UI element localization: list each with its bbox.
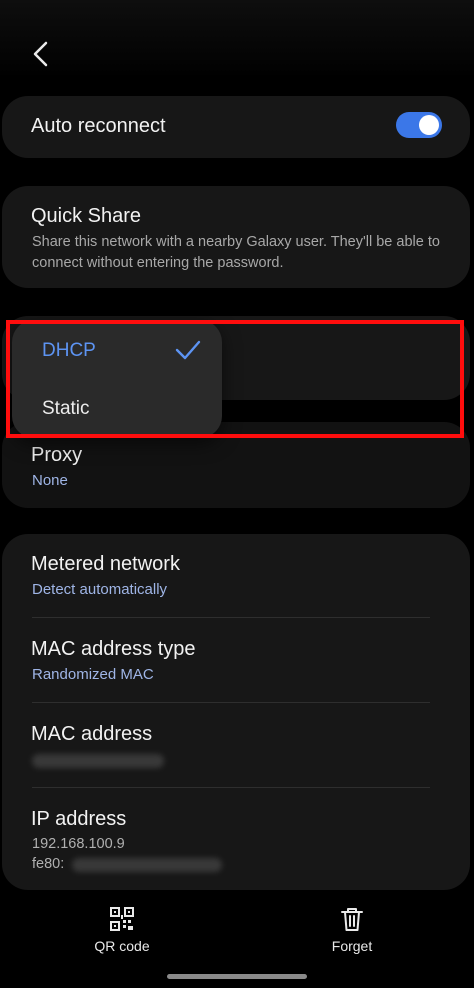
quick-share-description: Share this network with a nearby Galaxy …: [32, 234, 440, 271]
qr-code-label: QR code: [94, 938, 150, 954]
proxy-value: None: [32, 472, 68, 489]
toggle-knob: [419, 115, 439, 135]
mac-address-type-title[interactable]: MAC address type: [31, 638, 196, 661]
qr-code-icon: [110, 907, 134, 931]
metered-network-value: Detect automatically: [32, 581, 168, 598]
mac-address-value-blurred: [32, 754, 164, 768]
wifi-network-settings-screen: Auto reconnect Quick Share Share this ne…: [0, 0, 474, 988]
qr-code-button[interactable]: QR code: [62, 906, 182, 954]
auto-reconnect-toggle[interactable]: [396, 112, 442, 138]
back-button[interactable]: [24, 36, 56, 72]
network-details-card: Metered network Detect automatically MAC…: [2, 534, 470, 890]
mac-address-type-value: Randomized MAC: [32, 666, 154, 683]
home-indicator[interactable]: [167, 974, 307, 979]
quick-share-title: Quick Share: [31, 205, 142, 227]
ip-address-title: IP address: [31, 808, 127, 830]
highlight-box: [6, 320, 464, 438]
ipv4-address: 192.168.100.9: [32, 836, 125, 852]
trash-icon: [341, 908, 363, 931]
proxy-title: Proxy: [31, 444, 83, 466]
mac-address-title: MAC address: [31, 723, 153, 745]
divider: [32, 702, 430, 703]
metered-network-title[interactable]: Metered network: [31, 553, 180, 576]
auto-reconnect-label: Auto reconnect: [31, 115, 166, 137]
chevron-left-icon: [33, 41, 48, 67]
quick-share-row[interactable]: Quick Share Share this network with a ne…: [2, 186, 470, 288]
ipv6-address-blurred: [72, 858, 222, 872]
forget-label: Forget: [331, 938, 373, 954]
divider: [32, 617, 430, 618]
divider: [32, 787, 430, 788]
auto-reconnect-row[interactable]: Auto reconnect: [2, 96, 470, 158]
forget-button[interactable]: Forget: [292, 906, 412, 954]
ipv6-prefix: fe80:: [32, 856, 65, 872]
